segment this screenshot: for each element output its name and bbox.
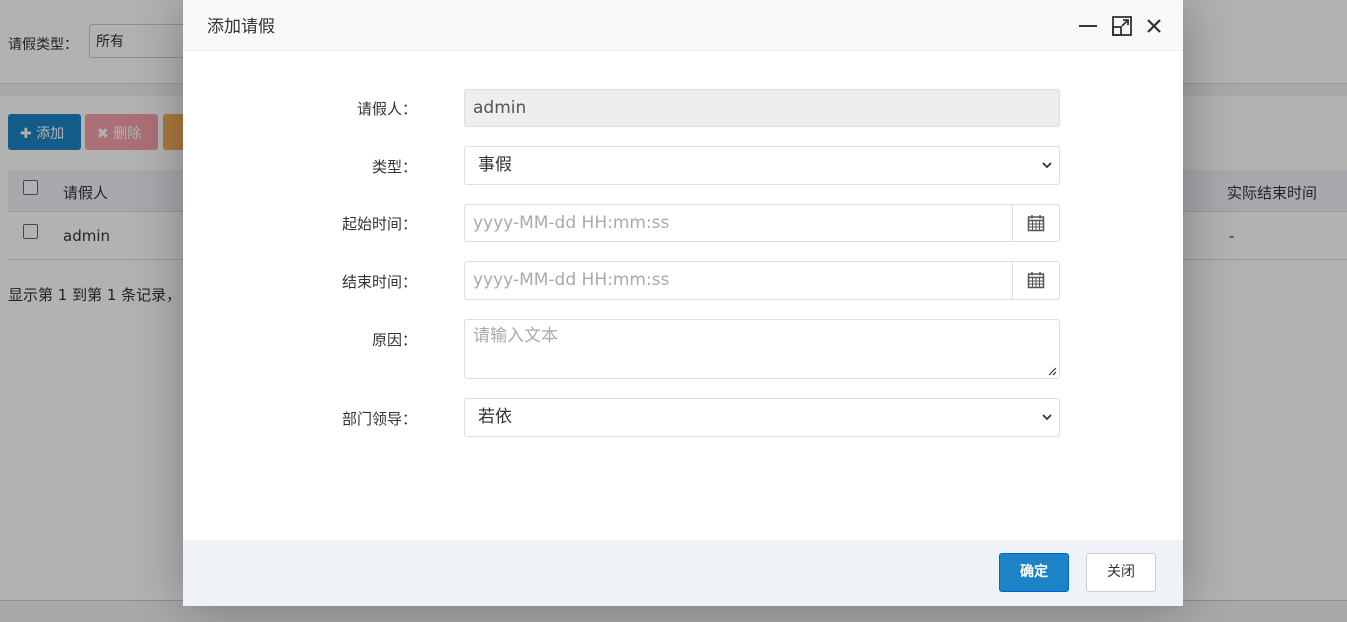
resize-grip-icon[interactable] [1047,366,1057,376]
leader-select-value: 若依 [478,407,512,427]
chevron-down-icon [1042,414,1052,421]
start-time-input[interactable]: yyyy-MM-dd HH:mm:ss [464,204,1060,242]
dialog-footer: 确定 关闭 [183,540,1183,606]
applicant-label: 请假人： [356,100,417,118]
add-leave-dialog: 添加请假 请假人： admin 类型： 事假 起始时间： yyyy-MM-dd … [183,0,1183,606]
type-select[interactable]: 事假 [464,146,1060,185]
close-icon[interactable] [1143,15,1165,37]
end-time-placeholder: yyyy-MM-dd HH:mm:ss [473,270,670,290]
dialog-title: 添加请假 [207,17,275,37]
type-select-value: 事假 [478,155,512,175]
start-time-calendar-button[interactable] [1012,205,1059,241]
reason-textarea[interactable]: 请输入文本 [464,319,1060,379]
reason-label: 原因： [371,331,417,349]
maximize-icon[interactable] [1111,15,1133,37]
leader-select[interactable]: 若依 [464,398,1060,437]
minimize-icon[interactable] [1077,15,1099,37]
confirm-button[interactable]: 确定 [999,553,1069,592]
start-time-placeholder: yyyy-MM-dd HH:mm:ss [473,213,670,233]
type-label: 类型： [371,158,417,176]
end-time-calendar-button[interactable] [1012,262,1059,299]
calendar-icon [1027,215,1045,232]
calendar-icon [1027,272,1045,289]
end-time-label: 结束时间： [341,273,417,291]
close-button[interactable]: 关闭 [1086,553,1156,592]
leader-label: 部门领导： [341,410,417,428]
dialog-header: 添加请假 [183,0,1183,51]
end-time-input[interactable]: yyyy-MM-dd HH:mm:ss [464,261,1060,300]
start-time-label: 起始时间： [341,215,417,233]
chevron-down-icon [1042,162,1052,169]
reason-placeholder: 请输入文本 [473,326,558,346]
applicant-field[interactable]: admin [464,89,1060,127]
